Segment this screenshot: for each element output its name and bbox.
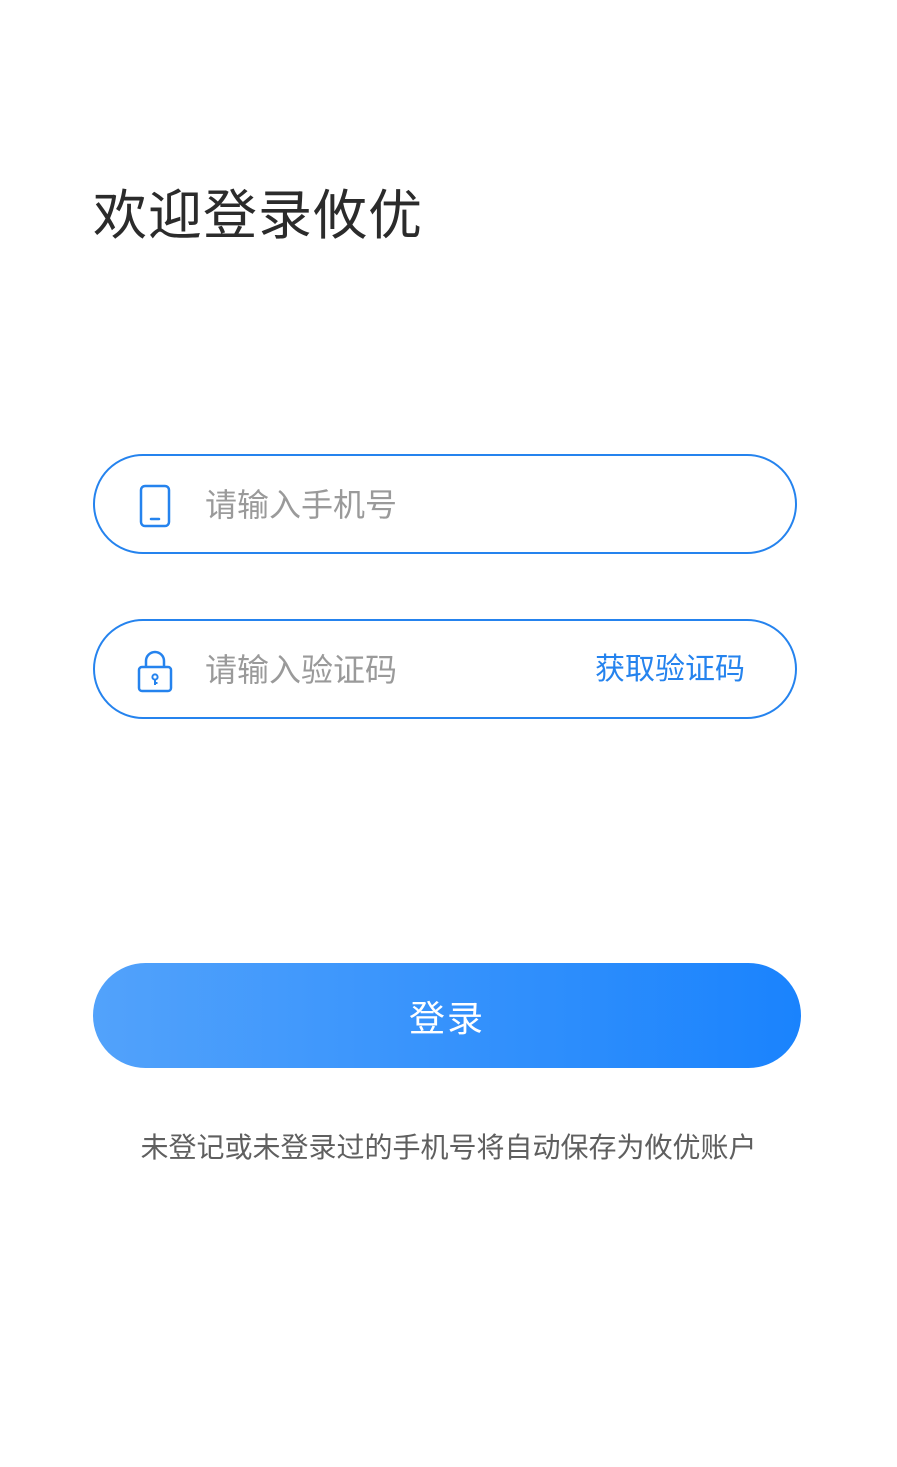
login-page: 欢迎登录攸优 获取验证码 登录 未登记或未登录过的手机号将自动保存为攸优账户 [0, 0, 897, 1467]
code-field[interactable]: 获取验证码 [93, 619, 797, 719]
code-input[interactable] [205, 641, 585, 699]
page-title: 欢迎登录攸优 [93, 184, 423, 247]
auto-register-notice: 未登记或未登录过的手机号将自动保存为攸优账户 [140, 1131, 757, 1164]
get-code-button[interactable]: 获取验证码 [595, 645, 745, 695]
lock-icon [135, 649, 175, 693]
phone-field[interactable] [93, 454, 797, 554]
phone-input[interactable] [205, 476, 585, 534]
phone-icon [135, 484, 175, 528]
login-button[interactable]: 登录 [93, 963, 801, 1068]
